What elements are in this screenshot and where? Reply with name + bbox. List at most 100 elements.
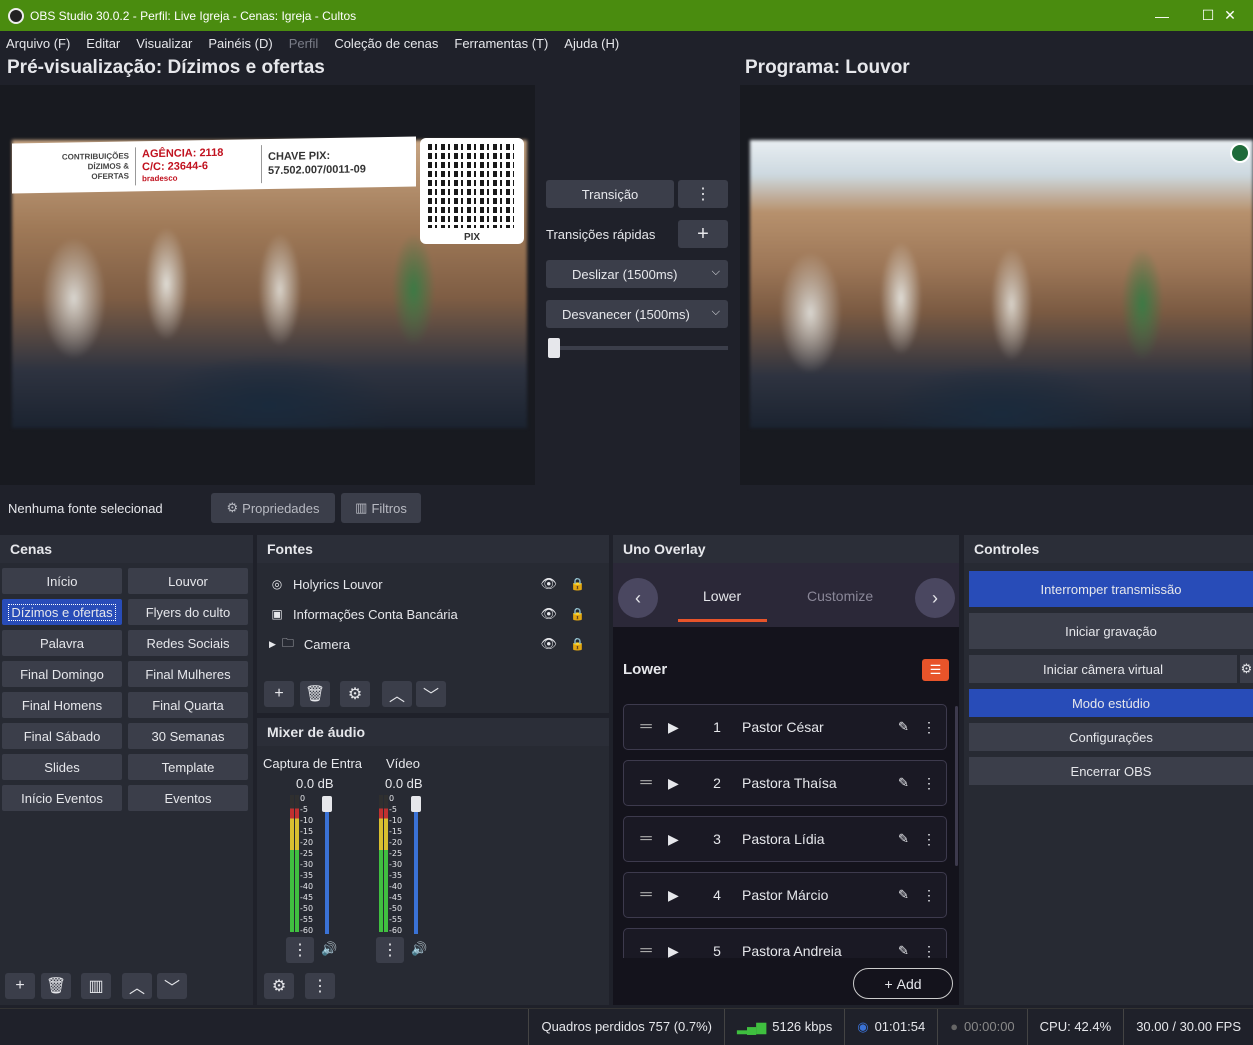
more-icon[interactable]: ⋮ [922, 943, 946, 959]
edit-icon[interactable]: ✎ [898, 887, 922, 903]
eye-icon[interactable]: 👁 [540, 636, 557, 652]
uno-prev-button[interactable]: ‹ [618, 578, 658, 618]
exit-button[interactable]: Encerrar OBS [969, 757, 1253, 785]
more-icon[interactable]: ⋮ [922, 831, 946, 848]
menu-visualizar[interactable]: Visualizar [136, 36, 192, 51]
drag-handle-icon[interactable]: ═ [624, 830, 668, 848]
virtual-camera-settings-button[interactable]: ⚙ [1240, 655, 1253, 683]
tbar-track[interactable] [550, 346, 728, 350]
scene-flyers[interactable]: Flyers do culto [128, 599, 248, 625]
eye-icon[interactable]: 👁 [540, 606, 557, 622]
play-icon[interactable]: ▶ [668, 719, 692, 736]
uno-item[interactable]: ═ ▶ 3 Pastora Lídia ✎ ⋮ [623, 816, 947, 862]
ch1-menu-button[interactable]: ⋮ [286, 937, 314, 963]
edit-icon[interactable]: ✎ [898, 943, 922, 958]
quick-transition-fade[interactable]: Desvanecer (1500ms) ⌵ [546, 300, 728, 328]
minimize-button[interactable]: — [1139, 0, 1185, 31]
uno-scrollbar[interactable] [955, 706, 958, 866]
add-scene-button[interactable]: + [5, 973, 35, 999]
scene-final-mulheres[interactable]: Final Mulheres [128, 661, 248, 687]
menu-ferramentas[interactable]: Ferramentas (T) [454, 36, 548, 51]
eye-icon[interactable]: 👁 [540, 576, 557, 592]
scene-final-homens[interactable]: Final Homens [2, 692, 122, 718]
scene-final-domingo[interactable]: Final Domingo [2, 661, 122, 687]
uno-add-button[interactable]: + Add [853, 968, 953, 999]
more-icon[interactable]: ⋮ [922, 719, 946, 736]
uno-next-button[interactable]: › [915, 578, 955, 618]
scene-template[interactable]: Template [128, 754, 248, 780]
scene-dizimos[interactable]: Dízimos e ofertas [2, 599, 122, 625]
tbar-handle[interactable] [548, 338, 560, 358]
expand-arrow-icon[interactable]: ▶ [269, 639, 276, 650]
menu-editar[interactable]: Editar [86, 36, 120, 51]
source-camera[interactable]: ▶ 🗀 Camera 👁 🔒 [263, 630, 603, 658]
play-icon[interactable]: ▶ [668, 775, 692, 792]
scene-louvor[interactable]: Louvor [128, 568, 248, 594]
edit-icon[interactable]: ✎ [898, 775, 922, 791]
ch2-volume-handle[interactable] [411, 796, 421, 812]
quick-transition-slide[interactable]: Deslizar (1500ms) ⌵ [546, 260, 728, 288]
scene-final-sabado[interactable]: Final Sábado [2, 723, 122, 749]
scene-slides[interactable]: Slides [2, 754, 122, 780]
drag-handle-icon[interactable]: ═ [624, 942, 668, 958]
transition-menu-button[interactable]: ⋮ [678, 180, 728, 208]
list-icon[interactable]: ☰ [922, 659, 949, 681]
drag-handle-icon[interactable]: ═ [624, 886, 668, 904]
scene-down-button[interactable]: ﹀ [157, 973, 187, 999]
remove-scene-button[interactable]: 🗑 [41, 973, 71, 999]
uno-item[interactable]: ═ ▶ 4 Pastor Márcio ✎ ⋮ [623, 872, 947, 918]
ch1-volume-track[interactable] [325, 800, 329, 934]
transition-button[interactable]: Transição [546, 180, 674, 208]
play-icon[interactable]: ▶ [668, 887, 692, 904]
play-icon[interactable]: ▶ [668, 831, 692, 848]
uno-tab-lower[interactable]: Lower [703, 588, 741, 604]
scene-inicio[interactable]: Início [2, 568, 122, 594]
source-down-button[interactable]: ﹀ [416, 681, 446, 707]
scene-filters-button[interactable]: ▥ [81, 973, 111, 999]
menu-arquivo[interactable]: Arquivo (F) [6, 36, 70, 51]
filters-button[interactable]: ▥ Filtros [341, 493, 421, 523]
ch2-menu-button[interactable]: ⋮ [376, 937, 404, 963]
virtual-camera-button[interactable]: Iniciar câmera virtual [969, 655, 1237, 683]
menu-ajuda[interactable]: Ajuda (H) [564, 36, 619, 51]
source-holyrics[interactable]: ◎ Holyrics Louvor 👁 🔒 [263, 570, 603, 598]
edit-icon[interactable]: ✎ [898, 831, 922, 847]
uno-item[interactable]: ═ ▶ 1 Pastor César ✎ ⋮ [623, 704, 947, 750]
scene-eventos[interactable]: Eventos [128, 785, 248, 811]
close-button[interactable]: ✕ [1207, 0, 1253, 31]
mixer-menu-button[interactable]: ⋮ [305, 973, 335, 999]
speaker-icon[interactable]: 🔊 [411, 941, 427, 957]
ch1-volume-handle[interactable] [322, 796, 332, 812]
ch2-volume-track[interactable] [414, 800, 418, 934]
more-icon[interactable]: ⋮ [922, 775, 946, 792]
remove-source-button[interactable]: 🗑 [300, 681, 330, 707]
lock-icon[interactable]: 🔒 [570, 637, 585, 651]
scene-palavra[interactable]: Palavra [2, 630, 122, 656]
drag-handle-icon[interactable]: ═ [624, 718, 668, 736]
start-recording-button[interactable]: Iniciar gravação [969, 613, 1253, 649]
uno-item[interactable]: ═ ▶ 2 Pastora Thaísa ✎ ⋮ [623, 760, 947, 806]
add-quick-transition-button[interactable]: + [678, 220, 728, 248]
edit-icon[interactable]: ✎ [898, 719, 922, 735]
menu-colecao[interactable]: Coleção de cenas [334, 36, 438, 51]
studio-mode-button[interactable]: Modo estúdio [969, 689, 1253, 717]
more-icon[interactable]: ⋮ [922, 887, 946, 904]
source-properties-button[interactable]: ⚙ [340, 681, 370, 707]
menu-paineis[interactable]: Painéis (D) [208, 36, 272, 51]
properties-button[interactable]: ⚙ Propriedades [211, 493, 335, 523]
scene-redes[interactable]: Redes Sociais [128, 630, 248, 656]
lock-icon[interactable]: 🔒 [570, 607, 585, 621]
settings-button[interactable]: Configurações [969, 723, 1253, 751]
mixer-settings-button[interactable]: ⚙ [264, 973, 294, 999]
uno-item[interactable]: ═ ▶ 5 Pastora Andreia ✎ ⋮ [623, 928, 947, 958]
scene-up-button[interactable]: ︿ [122, 973, 152, 999]
menu-perfil[interactable]: Perfil [289, 36, 319, 51]
speaker-icon[interactable]: 🔊 [321, 941, 337, 957]
add-source-button[interactable]: + [264, 681, 294, 707]
uno-tab-customize[interactable]: Customize [807, 588, 873, 604]
source-bank-info[interactable]: ▣ Informações Conta Bancária 👁 🔒 [263, 600, 603, 628]
scene-30-semanas[interactable]: 30 Semanas [128, 723, 248, 749]
lock-icon[interactable]: 🔒 [570, 577, 585, 591]
stop-stream-button[interactable]: Interromper transmissão [969, 571, 1253, 607]
drag-handle-icon[interactable]: ═ [624, 774, 668, 792]
